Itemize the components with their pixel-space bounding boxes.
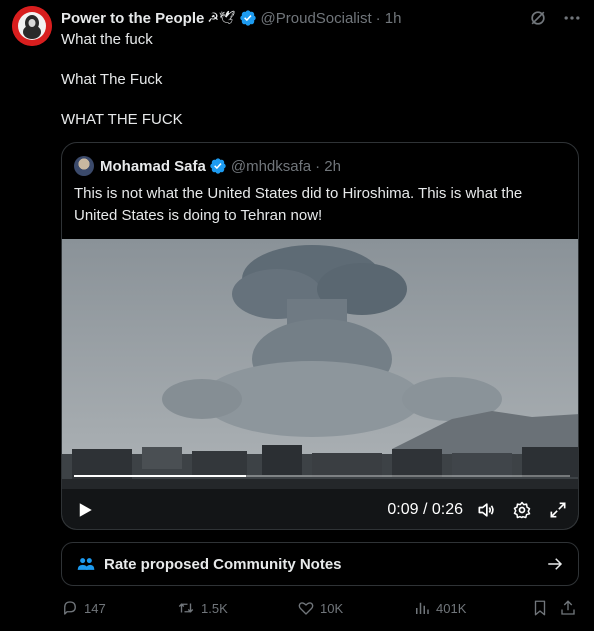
views-icon: [416, 602, 429, 614]
play-icon[interactable]: [76, 501, 94, 519]
author-avatar[interactable]: [12, 6, 52, 46]
views-count: 401K: [436, 600, 467, 616]
verified-badge-icon: [210, 158, 226, 174]
verified-badge-icon: [239, 10, 256, 26]
post-text-line-1: What the fuck: [61, 31, 153, 48]
video-player[interactable]: 0:09 / 0:26: [62, 239, 578, 529]
video-progress-bar[interactable]: [74, 475, 570, 477]
video-frame-image: [62, 239, 578, 529]
repost-icon: [178, 603, 194, 613]
author-name-emoji: ☭🕊: [207, 10, 236, 25]
share-button[interactable]: [559, 599, 577, 617]
share-icon: [561, 600, 575, 615]
author-handle[interactable]: @ProudSocialist: [261, 10, 372, 27]
settings-icon[interactable]: [512, 500, 532, 520]
reply-button[interactable]: 147: [61, 599, 106, 617]
reply-count: 147: [84, 600, 106, 616]
more-icon[interactable]: [562, 8, 582, 28]
post-action-bar: 147 1.5K 10K 401K: [61, 599, 579, 619]
quoted-post-timestamp[interactable]: · 2h: [315, 158, 341, 175]
video-progress-fill: [74, 475, 246, 477]
like-count: 10K: [320, 600, 344, 616]
volume-icon[interactable]: [476, 500, 496, 520]
repost-count: 1.5K: [201, 600, 228, 616]
video-controls: 0:09 / 0:26: [62, 489, 578, 529]
post-timestamp[interactable]: · 1h: [376, 10, 402, 27]
like-button[interactable]: 10K: [297, 599, 343, 617]
reply-icon: [64, 601, 76, 615]
quoted-author-avatar[interactable]: [74, 156, 94, 176]
video-time-display: 0:09 / 0:26: [387, 501, 463, 518]
post-text-line-2: What The Fuck: [61, 71, 163, 88]
quoted-post-header: Mohamad Safa @mhdksafa · 2h: [74, 156, 341, 176]
community-notes-label: Rate proposed Community Notes: [104, 555, 342, 573]
quoted-post-text: This is not what the United States did t…: [74, 185, 523, 224]
quoted-author-display-name[interactable]: Mohamad Safa: [100, 158, 206, 175]
community-notes-button[interactable]: Rate proposed Community Notes: [61, 542, 579, 586]
community-notes-icon: [77, 558, 95, 570]
bookmark-icon: [534, 600, 546, 616]
post-text-line-3: WHAT THE FUCK: [61, 111, 183, 128]
bookmark-button[interactable]: [531, 599, 549, 617]
fullscreen-icon[interactable]: [548, 500, 568, 520]
views-button[interactable]: 401K: [413, 599, 466, 617]
grok-icon[interactable]: [528, 8, 548, 28]
repost-button[interactable]: 1.5K: [176, 599, 228, 617]
post-header: Power to the People ☭🕊 @ProudSocialist ·…: [61, 8, 582, 28]
arrow-right-icon: [548, 558, 563, 570]
quoted-author-handle[interactable]: @mhdksafa: [231, 158, 311, 175]
like-icon: [298, 602, 314, 615]
quoted-post[interactable]: Mohamad Safa @mhdksafa · 2h This is not …: [61, 142, 579, 530]
author-display-name[interactable]: Power to the People: [61, 10, 204, 27]
